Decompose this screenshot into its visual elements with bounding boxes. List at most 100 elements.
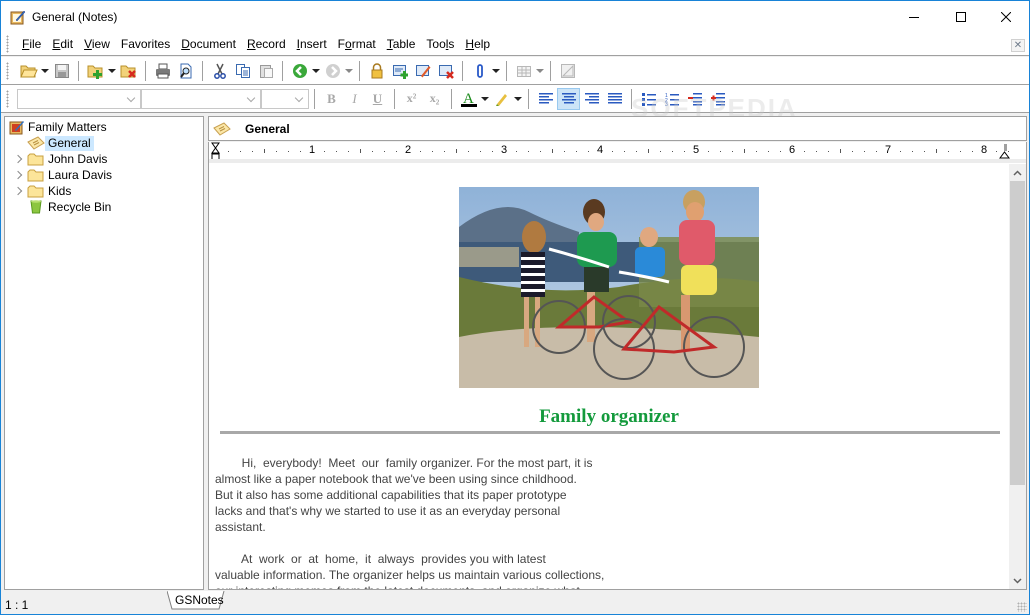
- paste-button[interactable]: [254, 60, 277, 82]
- tree-root[interactable]: Family Matters: [9, 119, 110, 135]
- superscript-button[interactable]: x²: [400, 88, 423, 110]
- print-preview-button[interactable]: [174, 60, 197, 82]
- menu-insert[interactable]: Insert: [292, 37, 332, 51]
- cut-button[interactable]: [208, 60, 231, 82]
- justify-button[interactable]: [603, 88, 626, 110]
- new-record-button[interactable]: [388, 60, 411, 82]
- ruler-dot: [372, 151, 373, 152]
- edit-record-button[interactable]: [411, 60, 434, 82]
- font-style-combo[interactable]: [17, 88, 141, 109]
- menu-file[interactable]: File: [17, 37, 46, 51]
- lock-icon: [371, 62, 382, 78]
- ruler-dot: [780, 151, 781, 152]
- insert-table-button[interactable]: [512, 60, 535, 82]
- menu-table-rest: able: [392, 36, 416, 51]
- table-icon: [516, 65, 531, 77]
- expand-chevron-icon[interactable]: [13, 154, 23, 164]
- tree-item-john-davis[interactable]: John Davis: [9, 151, 110, 167]
- open-dropdown[interactable]: [40, 60, 50, 82]
- menu-document[interactable]: Document: [176, 37, 241, 51]
- paperclip-icon: [476, 63, 483, 78]
- delete-record-button[interactable]: [434, 60, 457, 82]
- menu-table[interactable]: Table: [382, 37, 421, 51]
- format-toolbar-grip[interactable]: [6, 89, 9, 108]
- expand-chevron-icon[interactable]: [13, 186, 23, 196]
- decrease-indent-button[interactable]: [683, 88, 706, 110]
- maximize-button[interactable]: [938, 1, 984, 32]
- highlight-button[interactable]: [490, 88, 513, 110]
- tree-item-kids[interactable]: Kids: [9, 183, 74, 199]
- tab-gsnotes[interactable]: GSNotes: [167, 591, 234, 610]
- ruler-number: 2: [405, 144, 412, 156]
- align-left-button[interactable]: [534, 88, 557, 110]
- back-button[interactable]: [288, 60, 311, 82]
- document-editor[interactable]: Family organizer Hi, everybody! Meet our…: [208, 164, 1027, 590]
- scroll-down-button[interactable]: [1009, 572, 1026, 589]
- increase-indent-button[interactable]: [706, 88, 729, 110]
- text-line: Hi, everybody! Meet our family organizer…: [215, 456, 593, 470]
- font-name-combo[interactable]: [141, 88, 261, 109]
- attachment-dropdown[interactable]: [491, 60, 501, 82]
- text-line: lacks and that's why we started to use i…: [215, 504, 561, 518]
- mdi-close-button[interactable]: ✕: [1011, 39, 1025, 52]
- subscript-button[interactable]: x₂: [423, 88, 446, 110]
- menu-edit-rest: dit: [60, 36, 74, 51]
- save-button[interactable]: [50, 60, 73, 82]
- font-size-combo[interactable]: [261, 88, 309, 109]
- delete-folder-button[interactable]: [117, 60, 140, 82]
- insert-table-dropdown[interactable]: [535, 60, 545, 82]
- main-toolbar: [1, 57, 1029, 85]
- lock-button[interactable]: [365, 60, 388, 82]
- menu-favorites[interactable]: Favorites: [116, 37, 175, 51]
- open-button[interactable]: [17, 60, 40, 82]
- toolbar-grip[interactable]: [6, 61, 9, 80]
- document-header: General: [208, 116, 1027, 141]
- tree-item-recycle-bin[interactable]: Recycle Bin: [27, 199, 114, 215]
- ruler-half-tick: [264, 149, 265, 153]
- expand-chevron-icon[interactable]: [13, 170, 23, 180]
- ruler-number: 4: [597, 144, 604, 156]
- attachment-button[interactable]: [468, 60, 491, 82]
- minimize-button[interactable]: [891, 1, 937, 32]
- menu-format-pre: F: [337, 36, 346, 51]
- vertical-scrollbar[interactable]: [1009, 164, 1026, 589]
- ruler-half-tick: [936, 149, 937, 153]
- back-arrow-icon: [292, 63, 307, 78]
- ruler[interactable]: 1 2 3 4 5 6 7 8: [208, 142, 1027, 164]
- menu-help[interactable]: Help: [460, 37, 495, 51]
- align-right-button[interactable]: [580, 88, 603, 110]
- close-button[interactable]: [983, 1, 1029, 32]
- new-folder-dropdown[interactable]: [107, 60, 117, 82]
- numbered-list-button[interactable]: 123: [660, 88, 683, 110]
- tree-item-laura-davis[interactable]: Laura Davis: [9, 167, 115, 183]
- resize-grip[interactable]: [1017, 602, 1027, 612]
- tree-item-general[interactable]: General: [27, 135, 94, 151]
- bold-button[interactable]: B: [320, 88, 343, 110]
- scroll-up-button[interactable]: [1009, 164, 1026, 181]
- forward-button[interactable]: [321, 60, 344, 82]
- font-color-dropdown[interactable]: [480, 88, 490, 110]
- italic-button[interactable]: I: [343, 88, 366, 110]
- highlight-dropdown[interactable]: [513, 88, 523, 110]
- menu-view[interactable]: View: [79, 37, 115, 51]
- print-button[interactable]: [151, 60, 174, 82]
- ruler-dot: [804, 151, 805, 152]
- copy-button[interactable]: [231, 60, 254, 82]
- align-center-button[interactable]: [557, 87, 580, 110]
- forward-dropdown[interactable]: [344, 60, 354, 82]
- delete-folder-icon: [120, 65, 136, 78]
- underline-button[interactable]: U: [366, 88, 389, 110]
- printer-icon: [155, 63, 170, 78]
- font-color-button[interactable]: A: [457, 88, 480, 110]
- back-dropdown[interactable]: [311, 60, 321, 82]
- menu-record[interactable]: Record: [242, 37, 291, 51]
- drawing-button[interactable]: [556, 60, 579, 82]
- new-folder-button[interactable]: [84, 60, 107, 82]
- paste-icon: [259, 64, 273, 78]
- menu-format[interactable]: Format: [333, 37, 381, 51]
- menu-tools[interactable]: Tools: [421, 37, 459, 51]
- menu-grip[interactable]: [6, 34, 9, 53]
- menu-edit[interactable]: Edit: [47, 37, 78, 51]
- bullet-list-button[interactable]: [637, 88, 660, 110]
- scrollbar-thumb[interactable]: [1010, 181, 1025, 485]
